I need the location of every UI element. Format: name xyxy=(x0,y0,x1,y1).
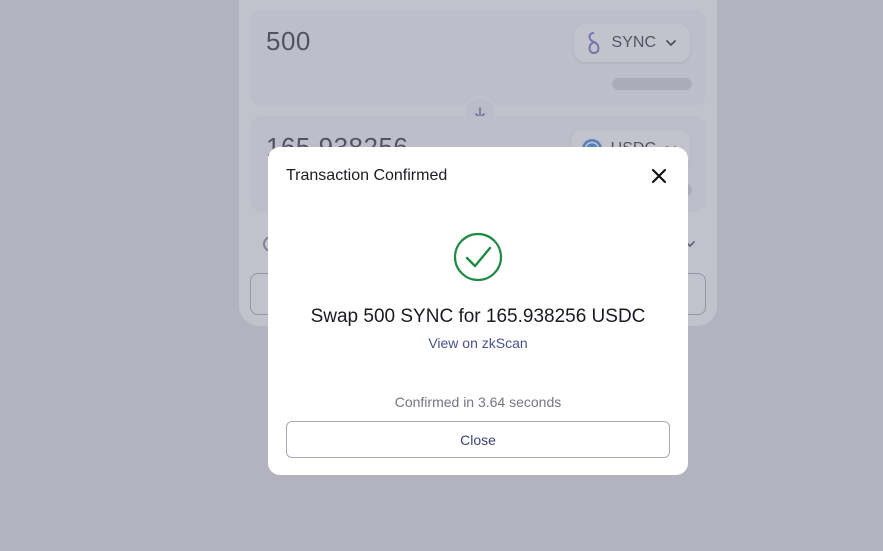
modal-title: Transaction Confirmed xyxy=(286,167,448,184)
confirmation-time: Confirmed in 3.64 seconds xyxy=(394,394,562,410)
view-on-explorer-link[interactable]: View on zkScan xyxy=(268,335,688,351)
close-button[interactable]: Close xyxy=(286,421,670,458)
transaction-confirmed-modal: Transaction Confirmed Swap 500 SYNC for … xyxy=(268,147,688,475)
check-circle-icon xyxy=(453,232,503,282)
swap-summary: Swap 500 SYNC for 165.938256 USDC xyxy=(310,306,646,327)
close-icon[interactable] xyxy=(648,165,670,187)
